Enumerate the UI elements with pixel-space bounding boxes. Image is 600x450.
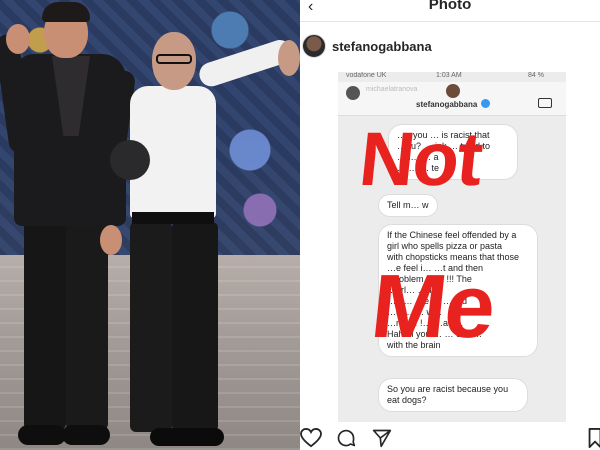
- person-left-waving-hand: [6, 24, 30, 54]
- phone-status-bar: vodafone UK 1:03 AM 84 %: [338, 72, 566, 82]
- person-right-belt: [132, 212, 214, 224]
- post-user-bar[interactable]: stefanogabbana: [300, 28, 600, 68]
- battery-text: 84 %: [528, 72, 544, 79]
- avatar[interactable]: [302, 34, 326, 58]
- person-right-shoe-right: [178, 428, 224, 446]
- message-bubble: So you are racist because you eat dogs?: [378, 378, 528, 412]
- person-right-leg-right: [172, 222, 218, 432]
- person-left-shoe-right: [62, 425, 110, 445]
- carrier-text: vodafone UK: [346, 72, 387, 79]
- message-line: If the Chinese feel offended by a: [387, 230, 517, 240]
- linked-arms: [110, 140, 150, 180]
- overlay-text-not: Not: [355, 117, 486, 202]
- share-icon[interactable]: [372, 428, 392, 448]
- post-username[interactable]: stefanogabbana: [332, 39, 432, 54]
- runway-photo: [0, 0, 300, 450]
- heart-icon[interactable]: [300, 428, 322, 448]
- message-line: So you are racist because you: [387, 384, 509, 394]
- video-call-icon: [538, 98, 552, 108]
- person-left-leg-left: [24, 220, 66, 430]
- person-left-hand: [100, 225, 122, 255]
- person-left-hair: [42, 2, 90, 22]
- person-left-leg-right: [66, 220, 108, 430]
- page-title: Photo: [428, 0, 472, 13]
- dm-header: michaelatranova stefanogabbana: [338, 82, 566, 116]
- message-line: girl who spells pizza or pasta: [387, 241, 503, 251]
- message-line: eat dogs?: [387, 395, 427, 405]
- dm-faded-handle: michaelatranova: [366, 86, 418, 93]
- post-action-bar: [300, 426, 600, 450]
- verified-icon: [481, 99, 490, 108]
- comment-icon[interactable]: [336, 428, 356, 448]
- person-right-waving-hand: [278, 40, 300, 76]
- person-left-shoe-left: [18, 425, 66, 445]
- dm-avatar-small: [346, 86, 360, 100]
- overlay-text-me: Me: [366, 257, 499, 357]
- dm-avatar: [446, 84, 460, 98]
- status-time: 1:03 AM: [436, 72, 462, 79]
- bookmark-icon[interactable]: [588, 428, 600, 448]
- dm-handle: stefanogabbana: [416, 100, 478, 109]
- person-right-glasses: [156, 54, 192, 64]
- ig-header: ‹ Photo: [300, 0, 600, 22]
- person-right-leg-left: [130, 222, 172, 432]
- screenshot-canvas: ‹ Photo stefanogabbana vodafone UK 1:03 …: [0, 0, 600, 450]
